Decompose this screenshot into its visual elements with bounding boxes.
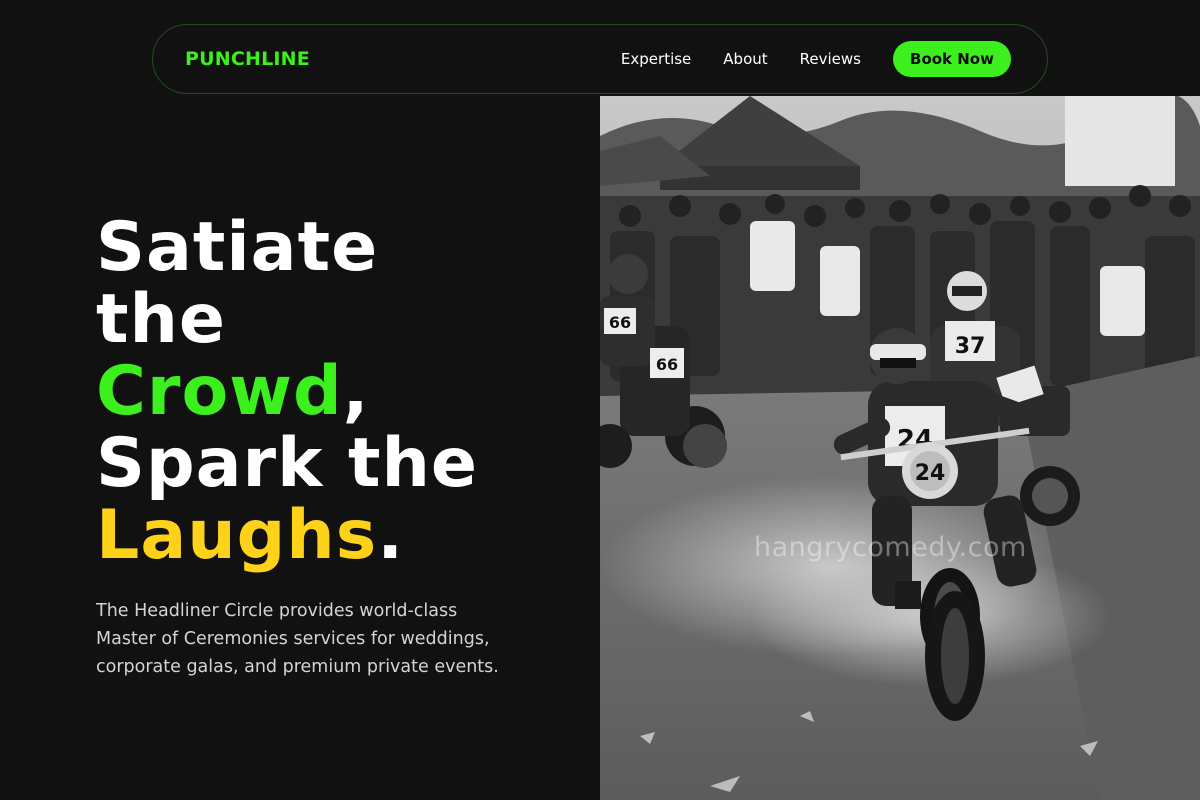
nav-links: Expertise About Reviews Book Now xyxy=(621,41,1011,77)
nav-link-expertise[interactable]: Expertise xyxy=(621,50,691,68)
bib-number-66: 66 xyxy=(609,313,631,332)
headline-accent-laughs: Laughs xyxy=(96,496,378,575)
bib-number-37: 37 xyxy=(955,334,986,359)
headline-accent-crowd: Crowd xyxy=(96,352,343,431)
headline-period: . xyxy=(377,496,405,575)
headline-line-2: the xyxy=(96,280,227,359)
brand-logo[interactable]: PUNCHLINE xyxy=(185,48,310,70)
bib-number-24-plate: 24 xyxy=(915,461,946,486)
book-now-button[interactable]: Book Now xyxy=(893,41,1011,77)
headline-line-5: Laughs. xyxy=(96,500,478,572)
headline-line-1: Satiate xyxy=(96,208,379,287)
nav-link-reviews[interactable]: Reviews xyxy=(800,50,861,68)
headline-line-3: Crowd, xyxy=(96,356,478,428)
nav-link-about[interactable]: About xyxy=(723,50,767,68)
top-nav: PUNCHLINE Expertise About Reviews Book N… xyxy=(152,24,1048,94)
hero-photo: 66 66 37 24 24 hangrycomedy.com xyxy=(600,96,1200,800)
headline-line-4: Spark the xyxy=(96,424,479,503)
photo-watermark: hangrycomedy.com xyxy=(754,532,1027,563)
bib-number-66-plate: 66 xyxy=(656,355,678,374)
headline-comma: , xyxy=(342,352,370,431)
hero-photo-illustration: 66 66 37 24 24 xyxy=(600,96,1200,800)
hero-headline: Satiate the Crowd, Spark the Laughs. xyxy=(96,212,478,572)
hero-description: The Headliner Circle provides world-clas… xyxy=(96,601,499,677)
landing-page: PUNCHLINE Expertise About Reviews Book N… xyxy=(0,0,1200,800)
